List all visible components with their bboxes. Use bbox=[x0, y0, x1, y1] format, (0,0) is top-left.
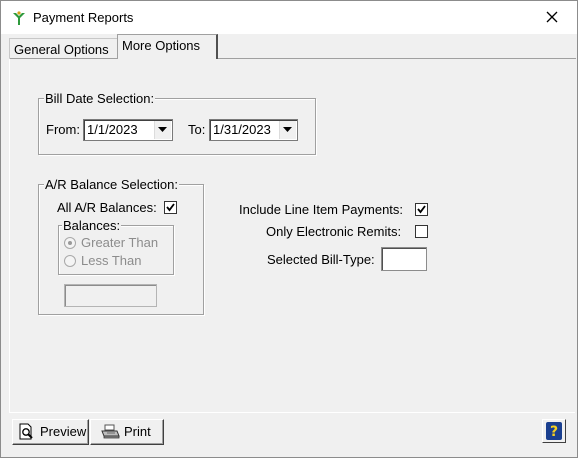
help-glyph: ? bbox=[550, 424, 558, 440]
to-date-value: 1/31/2023 bbox=[213, 122, 271, 137]
only-electronic-label: Only Electronic Remits: bbox=[266, 224, 402, 239]
to-date-combo[interactable]: 1/31/2023 bbox=[209, 119, 298, 141]
help-question-icon: ? bbox=[546, 422, 562, 440]
less-than-radio[interactable] bbox=[64, 255, 76, 267]
radio-selected-dot bbox=[68, 241, 72, 245]
less-than-label: Less Than bbox=[81, 253, 142, 268]
help-button[interactable]: ? bbox=[542, 419, 566, 443]
title-bar[interactable]: Payment Reports bbox=[1, 1, 577, 34]
only-electronic-checkbox[interactable] bbox=[415, 225, 428, 238]
print-button-label: Print bbox=[124, 424, 151, 439]
chevron-down-icon bbox=[283, 127, 292, 132]
bill-date-legend: Bill Date Selection: bbox=[44, 91, 156, 106]
app-logo-icon bbox=[11, 10, 27, 26]
preview-button-label: Preview bbox=[40, 424, 87, 439]
from-date-value: 1/1/2023 bbox=[87, 122, 138, 137]
magnifier-document-icon bbox=[18, 423, 36, 444]
preview-button[interactable]: Preview bbox=[12, 419, 89, 445]
checkmark-icon bbox=[166, 203, 175, 212]
to-date-dropdown-button[interactable] bbox=[279, 121, 296, 139]
from-date-dropdown-button[interactable] bbox=[154, 121, 171, 139]
close-button[interactable] bbox=[537, 3, 567, 31]
window-title: Payment Reports bbox=[33, 10, 134, 25]
close-icon bbox=[546, 11, 558, 23]
chevron-down-icon bbox=[158, 127, 167, 132]
to-label: To: bbox=[188, 122, 206, 137]
ar-balance-legend: A/R Balance Selection: bbox=[44, 177, 179, 192]
checkmark-icon bbox=[417, 205, 426, 214]
include-line-items-checkbox[interactable] bbox=[415, 203, 428, 216]
bill-type-field[interactable] bbox=[381, 247, 427, 271]
all-ar-balances-label: All A/R Balances: bbox=[57, 200, 157, 215]
balance-amount-field[interactable] bbox=[64, 284, 157, 307]
print-button[interactable]: Print bbox=[90, 419, 164, 445]
from-date-combo[interactable]: 1/1/2023 bbox=[83, 119, 173, 141]
all-ar-balances-checkbox[interactable] bbox=[164, 201, 177, 214]
tab-label: More Options bbox=[122, 38, 201, 53]
greater-than-radio[interactable] bbox=[64, 237, 76, 249]
balances-legend: Balances: bbox=[62, 218, 122, 233]
payment-reports-window: Payment Reports General Options More Opt… bbox=[0, 0, 578, 458]
printer-icon bbox=[100, 423, 120, 444]
tab-label: General Options bbox=[14, 42, 109, 57]
from-label: From: bbox=[46, 122, 80, 137]
greater-than-label: Greater Than bbox=[81, 235, 159, 250]
tab-more-options[interactable]: More Options bbox=[117, 34, 218, 59]
include-line-items-label: Include Line Item Payments: bbox=[239, 202, 404, 217]
bill-type-label: Selected Bill-Type: bbox=[267, 252, 375, 267]
